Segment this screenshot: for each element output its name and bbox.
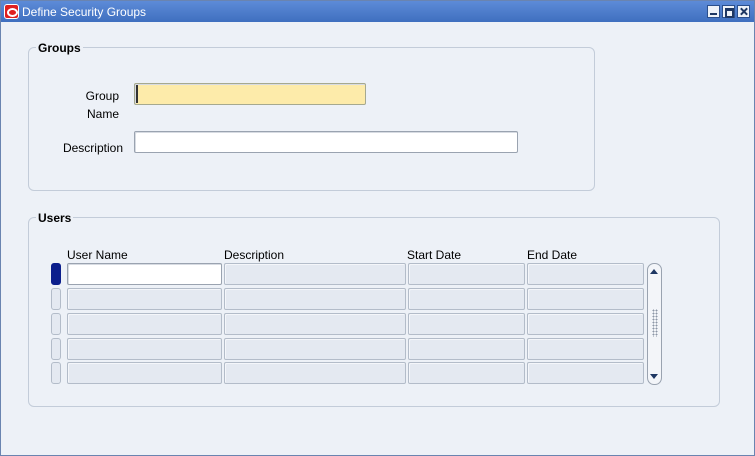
users-vertical-scrollbar[interactable] <box>647 263 662 385</box>
user-name-cell[interactable] <box>67 263 222 285</box>
oracle-icon <box>4 4 19 19</box>
text-cursor <box>136 85 138 103</box>
row-indicator[interactable] <box>51 313 61 335</box>
minimize-icon[interactable] <box>707 5 720 18</box>
row-indicator-current[interactable] <box>51 263 61 285</box>
window-title: Define Security Groups <box>22 5 147 19</box>
end-date-cell[interactable] <box>527 362 644 384</box>
end-date-cell[interactable] <box>527 263 644 285</box>
description-field[interactable] <box>134 131 518 153</box>
user-description-cell[interactable] <box>224 288 406 310</box>
row-indicator[interactable] <box>51 362 61 384</box>
users-region-title: Users <box>36 211 74 225</box>
end-date-cell[interactable] <box>527 288 644 310</box>
column-header-start-date: Start Date <box>407 248 462 262</box>
title-bar[interactable]: Define Security Groups <box>1 1 754 22</box>
end-date-cell[interactable] <box>527 313 644 335</box>
start-date-cell[interactable] <box>408 313 525 335</box>
column-header-description: Description <box>224 248 285 262</box>
row-indicator[interactable] <box>51 338 61 360</box>
groups-region-title: Groups <box>36 41 83 55</box>
column-header-user-name: User Name <box>67 248 128 262</box>
start-date-cell[interactable] <box>408 263 525 285</box>
user-name-cell[interactable] <box>67 338 222 360</box>
maximize-icon[interactable] <box>722 5 735 18</box>
user-description-cell[interactable] <box>224 313 406 335</box>
scroll-grip-icon[interactable] <box>652 309 658 337</box>
group-name-label-line2: Name <box>86 107 119 121</box>
scroll-up-icon[interactable] <box>650 267 659 276</box>
column-header-end-date: End Date <box>527 248 578 262</box>
user-name-cell[interactable] <box>67 362 222 384</box>
group-name-label-line1: Group <box>85 89 119 103</box>
end-date-cell[interactable] <box>527 338 644 360</box>
start-date-cell[interactable] <box>408 362 525 384</box>
row-indicator[interactable] <box>51 288 61 310</box>
user-description-cell[interactable] <box>224 338 406 360</box>
user-name-cell[interactable] <box>67 313 222 335</box>
user-description-cell[interactable] <box>224 263 406 285</box>
start-date-cell[interactable] <box>408 288 525 310</box>
group-name-label: Group Name <box>61 87 119 123</box>
close-icon[interactable] <box>737 5 750 18</box>
define-security-groups-window: Define Security Groups Groups Group Name… <box>0 0 755 456</box>
description-label: Description <box>62 141 123 155</box>
user-name-cell[interactable] <box>67 288 222 310</box>
scroll-down-icon[interactable] <box>650 372 659 381</box>
start-date-cell[interactable] <box>408 338 525 360</box>
user-description-cell[interactable] <box>224 362 406 384</box>
group-name-field[interactable] <box>134 83 366 105</box>
